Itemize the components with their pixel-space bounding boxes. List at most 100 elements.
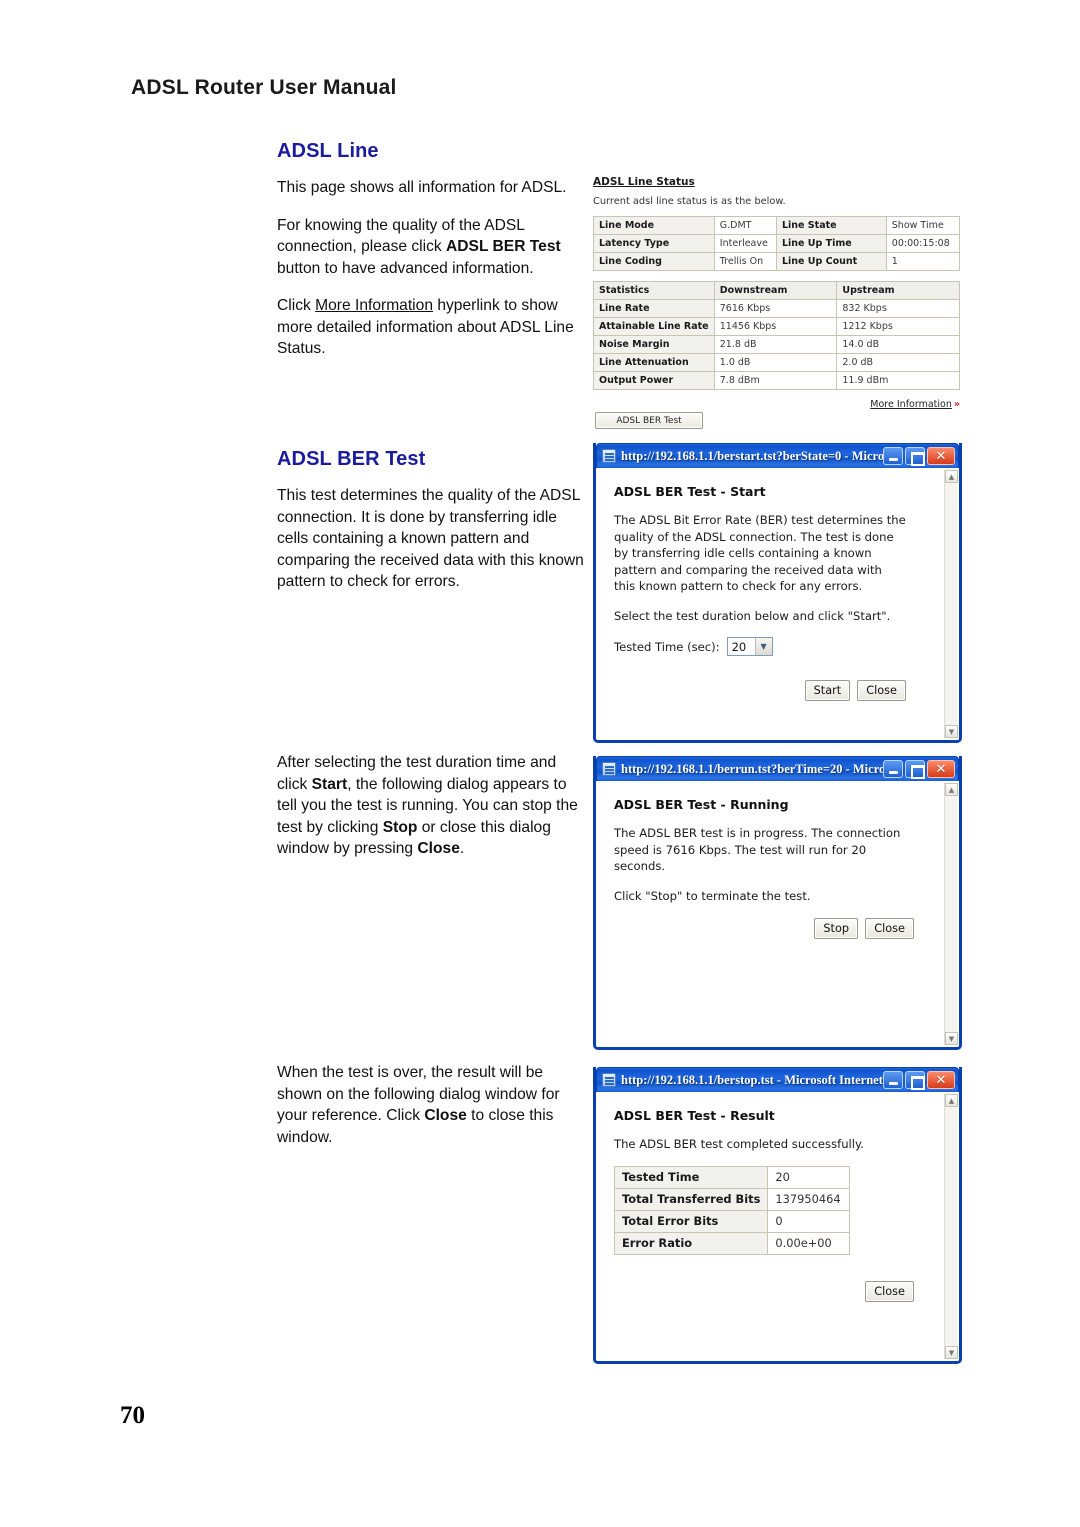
status-panel-title: ADSL Line Status [593, 176, 695, 188]
tested-time-select[interactable]: 20 ▼ [726, 637, 773, 656]
dialog-body: ▲ ▼ ADSL BER Test - Result The ADSL BER … [596, 1092, 959, 1361]
close-icon[interactable] [927, 447, 955, 465]
statistics-table: Statistics Downstream Upstream Line Rate 761… [593, 281, 960, 390]
link-more-information[interactable]: More Information [315, 297, 433, 314]
paragraph-result: When the test is over, the result will b… [277, 1062, 589, 1148]
status-panel-subtitle: Current adsl line status is as the below… [593, 196, 786, 207]
cell-value: 1.0 dB [713, 353, 838, 372]
section-after-start: After selecting the test duration time a… [277, 752, 589, 876]
page-title-adsl-line: ADSL Line [277, 140, 379, 162]
maximize-icon[interactable] [905, 760, 925, 779]
tested-time-value: 20 [731, 639, 747, 654]
table-row: Latency Type Interleave Line Up Time 00:00:… [593, 234, 961, 253]
scroll-up-icon[interactable]: ▲ [945, 783, 958, 796]
ie-document-icon [602, 1073, 616, 1087]
scroll-down-icon[interactable]: ▼ [945, 725, 958, 738]
dialog-paragraph-1: The ADSL Bit Error Rate (BER) test deter… [614, 513, 906, 593]
scroll-down-icon[interactable]: ▼ [945, 1032, 958, 1045]
emphasis-adsl-ber-test: ADSL BER Test [446, 238, 561, 255]
section-ber-test: ADSL BER Test This test determines the q… [277, 448, 589, 609]
table-row: Line Mode G.DMT Line State Show Time [593, 216, 961, 235]
cell-value: 0.00e+00 [767, 1231, 851, 1255]
cell-value: 2.0 dB [836, 353, 960, 372]
cell-value: 00:00:15:08 [885, 234, 961, 253]
close-button[interactable]: Close [865, 1280, 914, 1302]
scroll-up-icon[interactable]: ▲ [945, 1094, 958, 1107]
titlebar: http://192.168.1.1/berrun.tst?berTime=20… [596, 756, 959, 781]
vertical-scrollbar[interactable]: ▲ ▼ [944, 470, 958, 738]
dialog-ber-test-start: http://192.168.1.1/berstart.tst?berState… [593, 443, 962, 743]
vertical-scrollbar[interactable]: ▲ ▼ [944, 783, 958, 1045]
cell-label: Line Mode [593, 216, 715, 235]
stop-button[interactable]: Stop [814, 918, 859, 939]
paragraph-ber-description: This test determines the quality of the … [277, 487, 584, 590]
dialog-heading: ADSL BER Test - Start [614, 484, 766, 499]
close-icon[interactable] [927, 760, 955, 778]
table-row: Total Transferred Bits 137950464 [613, 1187, 851, 1211]
cell-value: 14.0 dB [836, 335, 960, 354]
cell-value: 11456 Kbps [713, 317, 838, 336]
chevron-down-icon[interactable]: ▼ [754, 638, 772, 655]
text-run: button to have advanced information. [277, 259, 534, 277]
line-info-table: Line Mode G.DMT Line State Show Time Latency… [593, 216, 961, 271]
section-adsl-line: ADSL Line This page shows all informatio… [277, 140, 589, 376]
cell-label: Latency Type [593, 234, 715, 253]
table-row: Line Rate 7616 Kbps 832 Kbps [593, 299, 960, 318]
text-run: Click [277, 297, 316, 314]
paragraph-after-start: After selecting the test duration time a… [277, 752, 589, 860]
scroll-down-icon[interactable]: ▼ [945, 1346, 958, 1359]
column-header: Statistics [593, 281, 715, 300]
close-button[interactable]: Close [865, 918, 914, 939]
cell-value: Interleave [713, 234, 777, 253]
cell-value: 1 [885, 252, 961, 271]
window-controls [883, 760, 955, 779]
vertical-scrollbar[interactable]: ▲ ▼ [944, 1094, 958, 1359]
cell-label: Total Transferred Bits [613, 1187, 769, 1211]
tested-time-field-row: Tested Time (sec): 20 ▼ [614, 637, 937, 656]
scroll-up-icon[interactable]: ▲ [945, 470, 958, 483]
dialog-body: ▲ ▼ ADSL BER Test - Running The ADSL BER… [596, 781, 959, 1047]
cell-value: Show Time [885, 216, 961, 235]
cell-value: 21.8 dB [713, 335, 838, 354]
cell-value: 1212 Kbps [836, 317, 960, 336]
table-row: Attainable Line Rate 11456 Kbps 1212 Kbps [593, 317, 960, 336]
cell-value: Trellis On [713, 252, 777, 271]
adsl-ber-test-button[interactable]: ADSL BER Test [595, 412, 703, 429]
cell-value: 832 Kbps [836, 299, 960, 318]
text-run: This page shows all information for ADSL… [277, 179, 567, 196]
cell-label: Line Attenuation [593, 353, 715, 372]
cell-value: 20 [767, 1165, 851, 1189]
table-row: Tested Time 20 [613, 1165, 851, 1189]
cell-label: Line Coding [593, 252, 715, 271]
cell-value: 7616 Kbps [713, 299, 838, 318]
start-button[interactable]: Start [804, 680, 851, 701]
minimize-icon[interactable] [883, 760, 903, 778]
window-title: http://192.168.1.1/berstop.tst - Microso… [621, 1072, 883, 1087]
titlebar: http://192.168.1.1/berstop.tst - Microso… [596, 1067, 959, 1092]
maximize-icon[interactable] [905, 1071, 925, 1090]
table-row: Line Coding Trellis On Line Up Count 1 [593, 252, 961, 271]
column-header: Upstream [836, 281, 960, 300]
tested-time-label: Tested Time (sec): [614, 639, 720, 654]
more-information-link[interactable]: More Information [870, 399, 952, 410]
window-controls [883, 1071, 955, 1090]
window-title: http://192.168.1.1/berrun.tst?berTime=20… [621, 761, 883, 776]
cell-label: Output Power [593, 371, 715, 390]
close-button[interactable]: Close [857, 680, 906, 701]
minimize-icon[interactable] [883, 447, 903, 465]
minimize-icon[interactable] [883, 1071, 903, 1089]
more-information-row[interactable]: More Information» [593, 399, 960, 410]
result-table: Tested Time 20 Total Transferred Bits 13795… [613, 1165, 851, 1255]
window-controls [883, 447, 955, 466]
cell-label: Line Up Count [775, 252, 887, 271]
cell-value: 0 [767, 1209, 851, 1233]
ie-document-icon [602, 449, 616, 463]
cell-label: Line State [775, 216, 887, 235]
dialog-ber-test-result: http://192.168.1.1/berstop.tst - Microso… [593, 1067, 962, 1364]
table-row: Line Attenuation 1.0 dB 2.0 dB [593, 353, 960, 372]
close-icon[interactable] [927, 1071, 955, 1089]
dialog-button-row: Start Close [614, 680, 906, 701]
emphasis-stop: Stop [382, 818, 418, 836]
cell-value: 137950464 [767, 1187, 851, 1211]
maximize-icon[interactable] [905, 447, 925, 466]
